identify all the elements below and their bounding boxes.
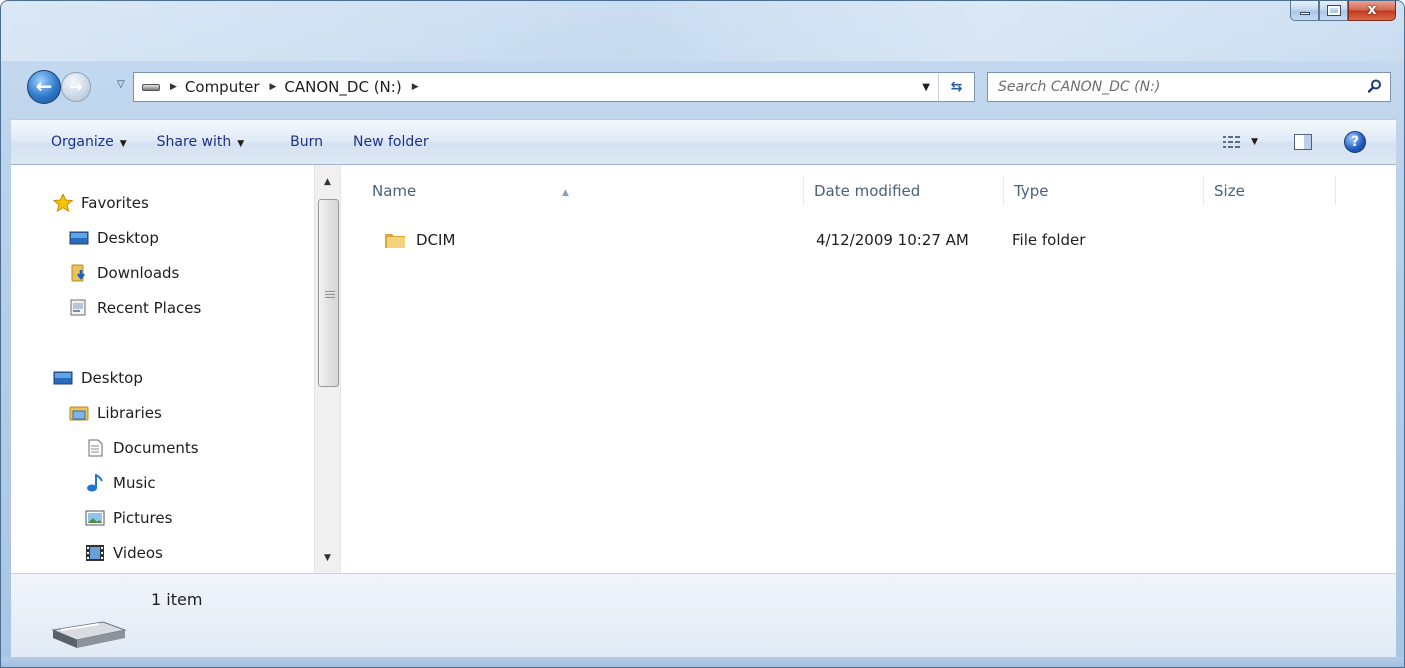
search-box bbox=[987, 72, 1391, 102]
back-arrow-icon: ← bbox=[35, 74, 53, 98]
sidebar-item-label: Downloads bbox=[97, 264, 180, 282]
close-button[interactable]: x bbox=[1348, 1, 1396, 21]
sidebar-item-documents[interactable]: Documents bbox=[85, 436, 199, 460]
star-icon bbox=[53, 194, 73, 212]
search-icon[interactable] bbox=[1368, 79, 1382, 93]
downloads-icon bbox=[71, 264, 85, 282]
file-date-modified: 4/12/2009 10:27 AM bbox=[816, 231, 969, 249]
column-header-date-modified[interactable]: Date modified bbox=[804, 177, 1004, 205]
sidebar-item-label: Pictures bbox=[113, 509, 173, 527]
sidebar-item-downloads[interactable]: Downloads bbox=[69, 261, 179, 285]
refresh-button[interactable]: ⇆ bbox=[938, 73, 974, 101]
folder-icon bbox=[385, 234, 405, 248]
preview-pane-icon[interactable] bbox=[1294, 134, 1312, 150]
sidebar-item-label: Libraries bbox=[97, 404, 162, 422]
column-header-type[interactable]: Type bbox=[1004, 177, 1204, 205]
views-dropdown-icon[interactable]: ▼ bbox=[1251, 137, 1258, 147]
item-count: 1 item bbox=[151, 590, 203, 609]
chevron-down-icon: ▼ bbox=[237, 139, 245, 149]
details-pane: 1 item bbox=[11, 573, 1396, 657]
sidebar-item-label: Music bbox=[113, 474, 156, 492]
maximize-button[interactable] bbox=[1319, 1, 1348, 21]
sidebar-item-label: Desktop bbox=[81, 369, 143, 387]
sidebar-item-recent-places[interactable]: Recent Places bbox=[69, 296, 201, 320]
scroll-down-arrow-icon[interactable]: ▼ bbox=[324, 553, 331, 563]
breadcrumb-computer[interactable]: Computer bbox=[185, 78, 260, 96]
sidebar-item-videos[interactable]: Videos bbox=[85, 541, 163, 565]
breadcrumb-chevron-icon[interactable]: ▶ bbox=[412, 82, 419, 92]
file-name: DCIM bbox=[416, 231, 456, 249]
sidebar-item-label: Recent Places bbox=[97, 299, 202, 317]
documents-icon bbox=[88, 439, 103, 457]
column-header-name[interactable]: Name ▲ bbox=[362, 177, 804, 205]
chevron-down-icon: ▼ bbox=[119, 139, 127, 149]
navigation-pane: Favorites Desktop Downloads Recent Place… bbox=[11, 165, 341, 573]
column-header-label: Type bbox=[1014, 182, 1049, 200]
forward-button[interactable]: → bbox=[61, 72, 91, 102]
explorer-window: x ← → ▽ ▶ Computer ▶ CANON_DC (N:) ▶ ▼ ⇆ bbox=[0, 0, 1405, 668]
close-icon: x bbox=[1367, 2, 1377, 18]
videos-icon bbox=[86, 545, 104, 561]
command-bar-right: ▼ ? bbox=[1223, 120, 1396, 164]
address-dropdown-icon[interactable]: ▼ bbox=[922, 82, 930, 93]
help-icon[interactable]: ? bbox=[1344, 131, 1366, 153]
column-header-label: Size bbox=[1214, 182, 1245, 200]
caption-buttons: x bbox=[1290, 1, 1396, 23]
libraries-icon bbox=[69, 406, 89, 421]
sidebar-item-desktop-favorite[interactable]: Desktop bbox=[69, 226, 159, 250]
breadcrumb-chevron-icon[interactable]: ▶ bbox=[170, 82, 177, 92]
organize-label: Organize bbox=[51, 134, 114, 150]
column-header-size[interactable]: Size bbox=[1204, 177, 1336, 205]
sidebar-item-desktop[interactable]: Desktop bbox=[53, 366, 143, 390]
drive-icon bbox=[142, 83, 160, 91]
recent-pages-chevron-icon[interactable]: ▽ bbox=[117, 79, 125, 90]
recent-places-icon bbox=[70, 299, 86, 316]
address-bar[interactable]: ▶ Computer ▶ CANON_DC (N:) ▶ ▼ ⇆ bbox=[133, 72, 975, 102]
content-area: Favorites Desktop Downloads Recent Place… bbox=[11, 165, 1396, 573]
forward-arrow-icon: → bbox=[69, 77, 83, 96]
maximize-icon bbox=[1327, 5, 1341, 16]
desktop-icon bbox=[69, 231, 89, 245]
minimize-button[interactable] bbox=[1290, 1, 1319, 21]
window-bottom-border bbox=[1, 657, 1404, 667]
command-bar: Organize ▼ Share with ▼ Burn New folder ▼ … bbox=[11, 119, 1396, 165]
views-icon[interactable] bbox=[1223, 135, 1241, 149]
breadcrumb-chevron-icon[interactable]: ▶ bbox=[270, 82, 277, 92]
back-button[interactable]: ← bbox=[27, 70, 61, 104]
navigation-scrollbar[interactable]: ▲ ― ― ― ▼ bbox=[314, 165, 340, 573]
search-input[interactable] bbox=[988, 73, 1348, 101]
sidebar-item-label: Favorites bbox=[81, 194, 149, 212]
sidebar-item-music[interactable]: Music bbox=[85, 471, 156, 495]
grip-icon: ― ― ― bbox=[325, 286, 335, 303]
sidebar-item-pictures[interactable]: Pictures bbox=[85, 506, 172, 530]
sidebar-item-label: Desktop bbox=[97, 229, 159, 247]
minimize-icon bbox=[1300, 12, 1310, 15]
share-with-label: Share with bbox=[156, 134, 232, 150]
address-row: ← → ▽ ▶ Computer ▶ CANON_DC (N:) ▶ ▼ ⇆ bbox=[1, 67, 1404, 107]
sidebar-item-libraries[interactable]: Libraries bbox=[69, 401, 162, 425]
refresh-icon: ⇆ bbox=[950, 79, 963, 95]
scroll-up-arrow-icon[interactable]: ▲ bbox=[324, 177, 331, 187]
sidebar-item-label: Documents bbox=[113, 439, 199, 457]
share-with-button[interactable]: Share with ▼ bbox=[157, 134, 244, 150]
breadcrumb-canon-dc[interactable]: CANON_DC (N:) bbox=[284, 78, 401, 96]
new-folder-button[interactable]: New folder bbox=[353, 134, 429, 150]
file-list-pane: Name ▲ Date modified Type Size DCIM 4/12… bbox=[342, 165, 1396, 573]
organize-button[interactable]: Organize ▼ bbox=[51, 134, 127, 150]
music-icon bbox=[87, 474, 103, 492]
removable-drive-icon bbox=[51, 621, 127, 648]
column-header-label: Date modified bbox=[814, 182, 921, 200]
burn-button[interactable]: Burn bbox=[290, 134, 323, 150]
desktop-icon bbox=[53, 371, 73, 385]
sidebar-item-favorites[interactable]: Favorites bbox=[53, 191, 149, 215]
file-type: File folder bbox=[1012, 231, 1086, 249]
pictures-icon bbox=[85, 510, 105, 526]
table-row[interactable]: DCIM 4/12/2009 10:27 AM File folder bbox=[362, 227, 1142, 253]
scroll-thumb[interactable]: ― ― ― bbox=[318, 199, 339, 387]
sidebar-item-label: Videos bbox=[113, 544, 163, 562]
column-header-label: Name bbox=[372, 182, 417, 200]
sort-ascending-icon: ▲ bbox=[562, 188, 569, 198]
